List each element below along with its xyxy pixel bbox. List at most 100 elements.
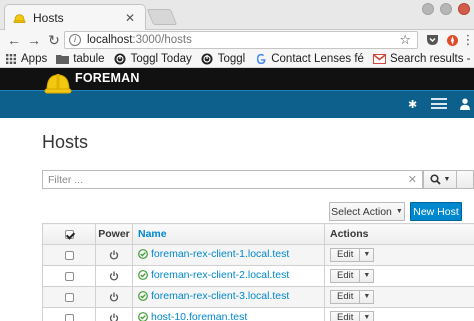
edit-button[interactable]: Edit bbox=[330, 248, 361, 262]
bookmark-star-icon[interactable]: ☆ bbox=[399, 32, 411, 48]
actions-cell: Edit ▼ bbox=[324, 265, 474, 287]
ok-status-icon bbox=[138, 312, 148, 321]
host-link[interactable]: foreman-rex-client-3.local.test bbox=[138, 290, 289, 302]
host-link[interactable]: foreman-rex-client-1.local.test bbox=[138, 248, 289, 260]
select-all-header bbox=[42, 223, 96, 245]
bookmark-label: Toggl Today bbox=[130, 52, 192, 65]
search-button[interactable]: ▼ bbox=[423, 170, 457, 189]
row-select-cell bbox=[42, 244, 96, 266]
bookmark-toggl[interactable]: Toggl bbox=[201, 52, 245, 65]
maximize-window-icon[interactable] bbox=[440, 3, 452, 15]
row-checkbox[interactable] bbox=[64, 271, 74, 281]
host-name: host-10.foreman.test bbox=[151, 311, 248, 321]
actions-column-header: Actions bbox=[324, 223, 474, 245]
forward-arrow-icon[interactable]: → bbox=[24, 30, 44, 50]
user-icon[interactable] bbox=[460, 98, 470, 110]
search-filter-input[interactable]: Filter ... ✕ bbox=[42, 170, 423, 189]
row-select-cell bbox=[42, 286, 96, 308]
bookmark-search-button[interactable] bbox=[457, 170, 474, 189]
power-icon bbox=[109, 292, 119, 302]
table-row: foreman-rex-client-2.local.test Edit ▼ bbox=[42, 265, 474, 287]
bookmark-toggl-today[interactable]: Toggl Today bbox=[114, 52, 192, 65]
edit-button[interactable]: Edit bbox=[330, 311, 361, 321]
back-arrow-icon[interactable]: ← bbox=[4, 30, 24, 50]
clear-filter-icon[interactable]: ✕ bbox=[408, 173, 417, 186]
name-column-header[interactable]: Name bbox=[132, 223, 325, 245]
chevron-down-icon: ▼ bbox=[443, 176, 451, 183]
address-url[interactable]: localhost:3000/hosts bbox=[87, 34, 399, 46]
power-column-header: Power bbox=[95, 223, 133, 245]
search-icon bbox=[429, 174, 441, 185]
bookmark-contact-lenses[interactable]: Contact Lenses fé bbox=[254, 52, 364, 65]
url-path: :3000/hosts bbox=[132, 34, 192, 46]
ok-status-icon bbox=[138, 270, 148, 280]
browser-tab[interactable]: Hosts ✕ bbox=[4, 4, 146, 31]
row-checkbox[interactable] bbox=[64, 250, 74, 260]
foreman-logo-icon[interactable] bbox=[44, 70, 72, 98]
row-checkbox[interactable] bbox=[64, 292, 74, 302]
gear-icon[interactable]: ✱ bbox=[408, 98, 417, 111]
browser-tab-title: Hosts bbox=[33, 11, 64, 25]
host-name-cell: host-10.foreman.test bbox=[132, 307, 325, 321]
gmail-icon bbox=[372, 52, 386, 65]
bookmark-apps[interactable]: Apps bbox=[4, 52, 47, 65]
table-row: foreman-rex-client-3.local.test Edit ▼ bbox=[42, 286, 474, 308]
table-header-row: Power Name Actions bbox=[42, 223, 474, 245]
menu-dots-icon[interactable]: ⋮ bbox=[460, 32, 474, 48]
row-checkbox[interactable] bbox=[64, 313, 74, 321]
bookmarks-bar: Apps tabule Toggl Today Toggl Contact Le… bbox=[0, 50, 474, 68]
toggl-icon bbox=[201, 52, 214, 65]
ok-status-icon bbox=[138, 249, 148, 259]
url-host: localhost bbox=[87, 34, 133, 46]
chevron-down-icon[interactable]: ▼ bbox=[360, 290, 375, 304]
chevron-down-icon: ▼ bbox=[395, 208, 403, 215]
bookmark-label: Contact Lenses fé bbox=[271, 52, 364, 65]
bookmark-tabule[interactable]: tabule bbox=[56, 52, 105, 65]
extension-icon[interactable] bbox=[444, 32, 460, 48]
host-link[interactable]: host-10.foreman.test bbox=[138, 311, 247, 321]
toggl-icon bbox=[114, 52, 127, 65]
foreman-favicon-icon bbox=[13, 13, 26, 23]
minimize-window-icon[interactable] bbox=[422, 3, 434, 15]
bookmark-search-results[interactable]: Search results - bbox=[372, 52, 470, 65]
hamburger-menu-icon[interactable] bbox=[431, 98, 447, 109]
power-icon bbox=[109, 271, 119, 281]
page-title: Hosts bbox=[42, 132, 89, 152]
row-select-cell bbox=[42, 307, 96, 321]
select-all-checkbox[interactable] bbox=[64, 229, 74, 239]
address-bar[interactable]: i localhost:3000/hosts ☆ bbox=[64, 31, 418, 49]
host-name-cell: foreman-rex-client-1.local.test bbox=[132, 244, 325, 266]
new-tab-button[interactable] bbox=[146, 9, 178, 25]
reload-icon[interactable]: ↻ bbox=[44, 30, 64, 50]
row-select-cell bbox=[42, 265, 96, 287]
bookmark-label: Apps bbox=[21, 52, 48, 65]
site-info-icon[interactable]: i bbox=[69, 34, 81, 46]
edit-button[interactable]: Edit bbox=[330, 269, 361, 283]
tab-close-icon[interactable]: ✕ bbox=[123, 11, 137, 25]
table-row: host-10.foreman.test Edit ▼ bbox=[42, 307, 474, 321]
select-action-dropdown[interactable]: Select Action ▼ bbox=[329, 202, 405, 221]
actions-cell: Edit ▼ bbox=[324, 244, 474, 266]
new-host-button[interactable]: New Host bbox=[410, 202, 462, 221]
power-icon bbox=[109, 313, 119, 321]
chevron-down-icon[interactable]: ▼ bbox=[360, 269, 375, 283]
edit-button[interactable]: Edit bbox=[330, 290, 361, 304]
foreman-brand[interactable]: FOREMAN bbox=[75, 71, 140, 85]
pocket-icon[interactable] bbox=[424, 32, 440, 48]
actions-cell: Edit ▼ bbox=[324, 286, 474, 308]
power-cell bbox=[95, 286, 133, 308]
folder-icon bbox=[56, 52, 70, 65]
filter-placeholder: Filter ... bbox=[48, 173, 84, 186]
power-cell bbox=[95, 244, 133, 266]
host-name-cell: foreman-rex-client-2.local.test bbox=[132, 265, 325, 287]
close-window-icon[interactable] bbox=[458, 3, 470, 15]
actions-cell: Edit ▼ bbox=[324, 307, 474, 321]
host-name: foreman-rex-client-3.local.test bbox=[151, 290, 290, 302]
power-cell bbox=[95, 265, 133, 287]
host-link[interactable]: foreman-rex-client-2.local.test bbox=[138, 269, 289, 281]
apps-grid-icon bbox=[4, 52, 17, 65]
select-action-label: Select Action bbox=[331, 205, 392, 218]
table-row: foreman-rex-client-1.local.test Edit ▼ bbox=[42, 244, 474, 266]
chevron-down-icon[interactable]: ▼ bbox=[360, 311, 375, 321]
chevron-down-icon[interactable]: ▼ bbox=[360, 248, 375, 262]
